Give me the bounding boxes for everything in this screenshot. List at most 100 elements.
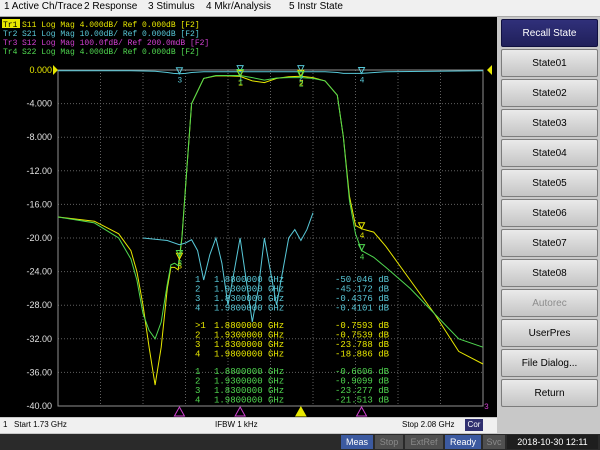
menu-instr-state[interactable]: 5 Instr State <box>289 1 343 12</box>
softkey-state07[interactable]: State07 <box>501 229 598 257</box>
trace-chart: Tr1 S11 Log Mag 4.000dB/ Ref 0.000dB [F2]… <box>2 19 492 417</box>
softkey-state01[interactable]: State01 <box>501 49 598 77</box>
marker-readout-value: -23.277 dB <box>335 386 390 396</box>
y-tick-label: -4.000 <box>26 99 52 109</box>
y-tick-label: -40.00 <box>26 401 52 411</box>
marker-readout-id: 1 <box>195 367 200 377</box>
ref-level-marker-right <box>487 65 492 75</box>
marker-readout-value: -23.788 dB <box>335 340 390 350</box>
marker-readout-frequency: 1.9300000 GHz <box>214 331 284 341</box>
marker-readout-frequency: 1.8300000 GHz <box>214 386 284 396</box>
marker-readout-id: >1 <box>195 321 206 331</box>
channel-status-bar: 1 Start 1.73 GHz IFBW 1 kHz Stop 2.08 GH… <box>0 418 497 433</box>
menu-response[interactable]: 2 Response <box>84 1 137 12</box>
marker-readout-frequency: 1.9800000 GHz <box>214 396 284 406</box>
correction-badge: Cor <box>465 419 483 431</box>
marker-readout-id: 4 <box>195 350 200 360</box>
marker-readout-frequency: 1.9300000 GHz <box>214 377 284 387</box>
y-tick-label: -36.00 <box>26 367 52 377</box>
marker-3-label: 3 <box>177 259 182 268</box>
ifbw-setting[interactable]: IFBW 1 kHz <box>215 420 258 429</box>
channel-number: 1 <box>3 420 8 429</box>
y-tick-label: -12.00 <box>26 166 52 176</box>
marker-readout-id: 3 <box>195 386 200 396</box>
status-svc: Svc <box>483 435 505 449</box>
y-tick-label: -16.00 <box>26 199 52 209</box>
trace-id-tr2: Tr2 <box>3 30 18 39</box>
softkey-state05[interactable]: State05 <box>501 169 598 197</box>
status-datetime: 2018-10-30 12:11 <box>507 435 598 449</box>
menu-active-ch-trace[interactable]: 1 Active Ch/Trace <box>4 1 83 12</box>
marker-readout-id: 2 <box>195 285 200 295</box>
marker-readout-value: -50.046 dB <box>335 275 390 285</box>
status-stop: Stop <box>375 435 403 449</box>
start-frequency[interactable]: Start 1.73 GHz <box>14 420 67 429</box>
marker-position-1 <box>234 405 246 417</box>
stop-frequency[interactable]: Stop 2.08 GHz <box>402 420 454 429</box>
marker-readout-value: -0.6606 dB <box>335 367 390 377</box>
softkey-title-recall-state: Recall State <box>501 19 598 47</box>
marker-readout-id: 2 <box>195 331 200 341</box>
marker-position-2 <box>295 405 307 417</box>
trace-id-tr1: Tr1 <box>3 21 18 30</box>
softkey-panel: Recall State State01 State02 State03 Sta… <box>499 17 600 433</box>
marker-readout-value: -0.4101 dB <box>335 304 390 314</box>
y-tick-label: 0.000 <box>29 65 52 75</box>
measurement-plot[interactable]: Tr1 S11 Log Mag 4.000dB/ Ref 0.000dB [F2]… <box>0 17 497 417</box>
softkey-state08[interactable]: State08 <box>501 259 598 287</box>
marker-2-label: 2 <box>299 81 304 90</box>
marker-readout-value: -0.7539 dB <box>335 331 390 341</box>
marker-readout-value: -45.172 dB <box>335 285 390 295</box>
marker-1-label: 1 <box>238 79 243 88</box>
trace-id-tr3: Tr3 <box>3 39 18 48</box>
trace-label-tr1: S11 Log Mag 4.000dB/ Ref 0.000dB [F2] <box>22 21 200 30</box>
marker-position-4 <box>355 405 368 417</box>
marker-readout-id: 2 <box>195 377 200 387</box>
softkey-state04[interactable]: State04 <box>501 139 598 167</box>
marker-readout-frequency: 1.8300000 GHz <box>214 294 284 304</box>
marker-readout-id: 1 <box>195 275 200 285</box>
marker-4-label: 4 <box>360 254 365 263</box>
instrument-status-bar: Meas Stop ExtRef Ready Svc 2018-10-30 12… <box>0 434 600 450</box>
marker-readout-frequency: 1.8800000 GHz <box>214 321 284 331</box>
marker-readout-frequency: 1.9300000 GHz <box>214 285 284 295</box>
marker-position-3 <box>173 405 186 417</box>
softkey-userpres[interactable]: UserPres <box>501 319 598 347</box>
softkey-state03[interactable]: State03 <box>501 109 598 137</box>
marker-readout-value: -21.513 dB <box>335 396 390 406</box>
marker-4-label: 4 <box>360 232 365 241</box>
marker-readout-frequency: 1.8300000 GHz <box>214 340 284 350</box>
marker-4-label: 4 <box>360 76 365 85</box>
marker-readout-frequency: 1.9800000 GHz <box>214 350 284 360</box>
menu-bar: 1 Active Ch/Trace 2 Response 3 Stimulus … <box>0 0 600 17</box>
marker-readout-value: -0.4376 dB <box>335 294 390 304</box>
softkey-return[interactable]: Return <box>501 379 598 407</box>
marker-readout-id: 3 <box>195 340 200 350</box>
trace-label-tr4: S22 Log Mag 4.000dB/ Ref 0.000dB [F2] <box>22 48 200 57</box>
marker-3-s21 <box>175 67 184 75</box>
y-tick-label: -20.00 <box>26 233 52 243</box>
status-meas: Meas <box>341 435 373 449</box>
y-tick-label: -32.00 <box>26 334 52 344</box>
y-tick-label: -28.00 <box>26 300 52 310</box>
menu-mkr-analysis[interactable]: 4 Mkr/Analysis <box>206 1 271 12</box>
marker-readout-id: 4 <box>195 304 200 314</box>
softkey-autorec: Autorec <box>501 289 598 317</box>
marker-readout-frequency: 1.9800000 GHz <box>214 304 284 314</box>
marker-readout-value: -18.886 dB <box>335 350 390 360</box>
marker-4-s22 <box>357 244 366 252</box>
trace-id-tr4: Tr4 <box>3 48 18 57</box>
marker-3-label: 3 <box>177 77 182 86</box>
y-tick-label: -24.00 <box>26 267 52 277</box>
softkey-state02[interactable]: State02 <box>501 79 598 107</box>
status-ready: Ready <box>445 435 481 449</box>
trace-label-tr3: S12 Log Mag 100.0fdB/ Ref 200.0mdB [F2] <box>22 39 209 48</box>
trace-label-tr2: S21 Log Mag 10.00dB/ Ref 0.000dB [F2] <box>22 30 200 39</box>
marker-readout-id: 4 <box>195 396 200 406</box>
softkey-file-dialog[interactable]: File Dialog... <box>501 349 598 377</box>
menu-stimulus[interactable]: 3 Stimulus <box>148 1 195 12</box>
softkey-state06[interactable]: State06 <box>501 199 598 227</box>
status-extref: ExtRef <box>405 435 443 449</box>
marker-readout-value: -0.7593 dB <box>335 321 390 331</box>
y-tick-label: -8.000 <box>26 132 52 142</box>
